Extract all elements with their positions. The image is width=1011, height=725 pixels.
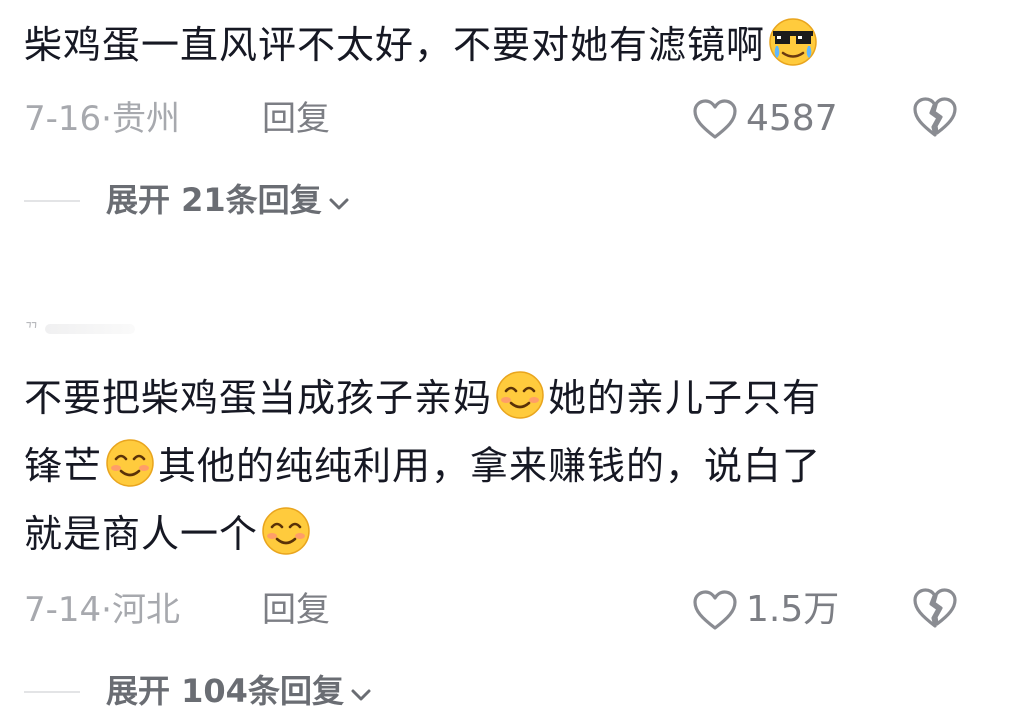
comment-1-text: 柴鸡蛋一直风评不太好，不要对她有滤镜啊 — [24, 14, 984, 76]
comment-date: 7-14 — [24, 590, 102, 630]
date-separator: · — [101, 99, 112, 139]
comment-2-text: 不要把柴鸡蛋当成孩子亲妈 她的亲儿子只有 锋芒 其他的纯纯利用，拿来赚钱的，说白… — [24, 364, 984, 568]
comment-location: 河北 — [111, 590, 180, 630]
comment-1-body: 柴鸡蛋一直风评不太好，不要对她有滤镜啊 — [24, 23, 766, 67]
broken-heart-icon[interactable] — [912, 96, 958, 138]
smiling-blush-emoji-icon — [494, 369, 546, 421]
username-fragment: ᄁ — [24, 319, 39, 338]
sunglasses-tears-emoji-icon — [767, 16, 819, 68]
comment-2-meta: 7-14·河北 回复 1.5万 — [0, 585, 1011, 635]
smiling-blush-emoji-icon — [260, 505, 312, 557]
comment-location: 贵州 — [111, 99, 180, 139]
like-count: 1.5万 — [746, 589, 840, 630]
heart-icon[interactable] — [692, 589, 738, 631]
comment-2-line3a: 就是商人一个 — [24, 512, 259, 556]
expand-divider — [24, 691, 80, 693]
reply-button[interactable]: 回复 — [262, 94, 330, 144]
date-separator: · — [101, 590, 112, 630]
username-blurred — [44, 324, 135, 334]
smiling-blush-emoji-icon — [104, 437, 156, 489]
heart-icon[interactable] — [692, 98, 738, 140]
expand-replies-label[interactable]: 展开 104条回复 — [106, 666, 372, 716]
comment-1-meta: 7-16·贵州 回复 4587 — [0, 94, 1011, 144]
comment-1: 柴鸡蛋一直风评不太好，不要对她有滤镜啊 7-16·贵州 回复 4587 展开 2… — [0, 0, 1011, 260]
comment-2-line2b: 其他的纯纯利用，拿来赚钱的，说白了 — [158, 444, 822, 488]
broken-heart-icon[interactable] — [912, 587, 958, 629]
like-button[interactable]: 1.5万 — [692, 585, 839, 635]
chevron-down-icon[interactable] — [350, 666, 372, 716]
like-count: 4587 — [746, 98, 838, 139]
expand-replies-text[interactable]: 展开 104条回复 — [106, 666, 344, 716]
comment-2: 不要把柴鸡蛋当成孩子亲妈 她的亲儿子只有 锋芒 其他的纯纯利用，拿来赚钱的，说白… — [0, 360, 1011, 725]
expand-replies-text[interactable]: 展开 21条回复 — [106, 175, 322, 225]
expand-replies-button[interactable]: 展开 21条回复 — [0, 175, 1011, 225]
chevron-down-icon[interactable] — [328, 175, 350, 225]
comment-2-username[interactable]: ᄁ — [24, 318, 144, 340]
expand-replies-button[interactable]: 展开 104条回复 — [0, 666, 1011, 716]
comment-2-line1b: 她的亲儿子只有 — [548, 376, 822, 420]
expand-replies-label[interactable]: 展开 21条回复 — [106, 175, 350, 225]
like-button[interactable]: 4587 — [692, 94, 838, 144]
comment-date: 7-16 — [24, 99, 102, 139]
expand-divider — [24, 200, 80, 202]
comment-1-date-location: 7-16·贵州 — [24, 94, 180, 144]
reply-button[interactable]: 回复 — [262, 585, 330, 635]
comment-2-line1a: 不要把柴鸡蛋当成孩子亲妈 — [24, 376, 493, 420]
comment-2-date-location: 7-14·河北 — [24, 585, 180, 635]
comment-2-line2a: 锋芒 — [24, 444, 103, 488]
